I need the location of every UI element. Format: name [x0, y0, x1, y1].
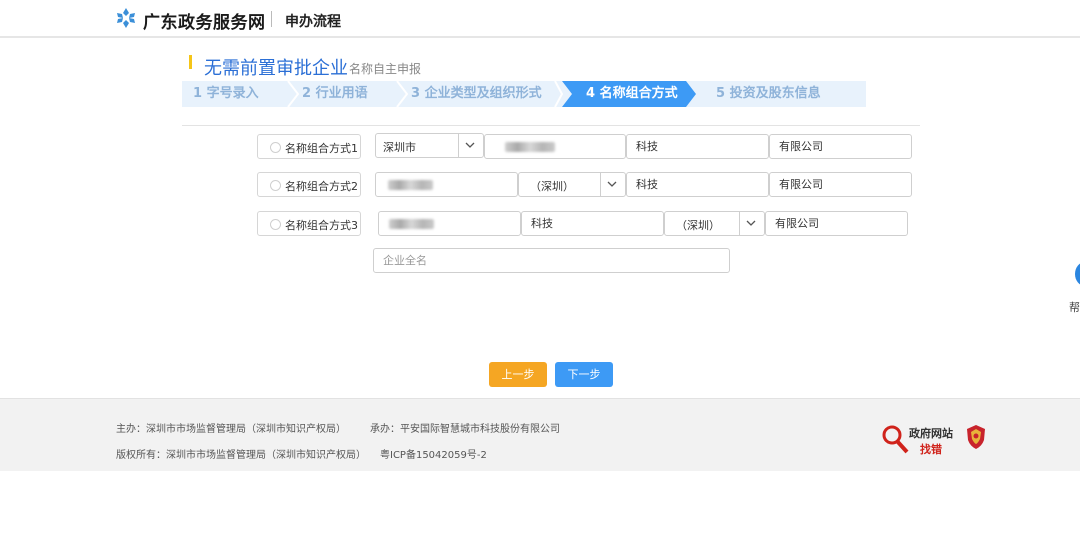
help-label[interactable]: 帮 [1069, 299, 1080, 315]
top-header: 广东政务服务网 申办流程 [0, 0, 1080, 38]
redacted-value [505, 142, 555, 152]
prev-step-button[interactable]: 上一步 [489, 362, 547, 387]
industry-input[interactable]: 科技 [626, 172, 769, 197]
help-float-button[interactable] [1075, 262, 1080, 286]
step-4-active: 4 名称组合方式 [586, 86, 678, 101]
radio-label: 名称组合方式1 [285, 142, 358, 155]
footer-icp[interactable]: 粤ICP备15042059号-2 [380, 446, 487, 461]
org-form-input[interactable]: 有限公司 [769, 172, 912, 197]
radio-button[interactable] [270, 180, 281, 191]
chevron-down-icon [465, 142, 475, 148]
footer-undertaker: 承办：平安国际智慧城市科技股份有限公司 [370, 424, 560, 435]
footer-host: 主办：深圳市市场监督管理局（深圳市知识产权局） [116, 424, 346, 435]
header-divider [271, 11, 272, 27]
name-combo-option-1[interactable]: 名称组合方式1 [257, 134, 361, 159]
page-title: 申办流程 [285, 14, 341, 30]
trade-name-input[interactable] [378, 211, 521, 236]
police-emblem-icon[interactable] [965, 424, 987, 450]
industry-input[interactable]: 科技 [521, 211, 664, 236]
chevron-down-icon [607, 181, 617, 187]
gov-badge-title[interactable]: 政府网站 [909, 425, 953, 441]
form-subtitle: 名称自主申报 [349, 62, 422, 76]
org-form-input[interactable]: 有限公司 [769, 134, 912, 159]
form-title: 无需前置审批企业 [204, 58, 348, 79]
footer-copyright: 版权所有：深圳市市场监督管理局（深圳市知识产权局） [116, 450, 366, 461]
radio-button[interactable] [270, 142, 281, 153]
redacted-value [389, 219, 434, 229]
chevron-down-icon [746, 220, 756, 226]
radio-button[interactable] [270, 219, 281, 230]
snowflake-logo-icon [117, 8, 135, 28]
region-select[interactable]: （深圳） [664, 211, 765, 236]
select-value: （深圳） [676, 219, 720, 232]
trade-name-input[interactable] [484, 134, 626, 159]
radio-label: 名称组合方式3 [285, 219, 358, 232]
title-accent-bar [189, 55, 192, 69]
select-value: 深圳市 [383, 141, 416, 154]
region-select[interactable]: 深圳市 [375, 133, 484, 158]
gov-badge-subtitle[interactable]: 找错 [920, 441, 942, 457]
region-select[interactable]: （深圳） [518, 172, 626, 197]
company-fullname-input[interactable]: 企业全名 [373, 248, 730, 273]
step-5: 5 投资及股东信息 [716, 86, 821, 101]
redacted-value [388, 180, 433, 190]
radio-label: 名称组合方式2 [285, 180, 358, 193]
step-3: 3 企业类型及组织形式 [411, 86, 542, 101]
step-1: 1 字号录入 [193, 86, 259, 101]
next-step-button[interactable]: 下一步 [555, 362, 613, 387]
name-combo-option-2[interactable]: 名称组合方式2 [257, 172, 361, 197]
trade-name-input[interactable] [375, 172, 518, 197]
org-form-input[interactable]: 有限公司 [765, 211, 908, 236]
select-value: （深圳） [530, 180, 574, 193]
section-divider [182, 125, 920, 126]
site-name[interactable]: 广东政务服务网 [143, 8, 266, 33]
step-2: 2 行业用语 [302, 86, 368, 101]
name-combo-option-3[interactable]: 名称组合方式3 [257, 211, 361, 236]
industry-input[interactable]: 科技 [626, 134, 769, 159]
